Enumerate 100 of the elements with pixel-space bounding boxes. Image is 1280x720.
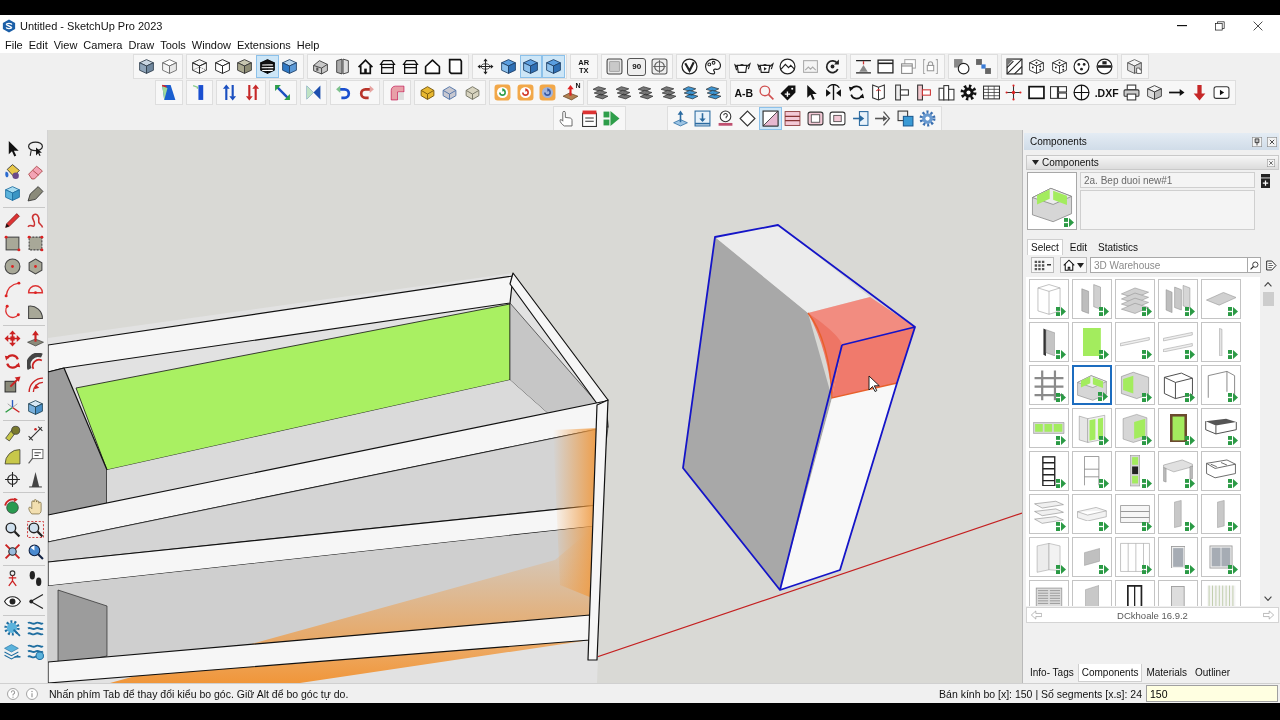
component-item[interactable] (1158, 365, 1198, 405)
menu-item[interactable]: Draw (125, 37, 158, 53)
toolbar-button[interactable] (1070, 81, 1093, 104)
eraser-icon (26, 162, 44, 180)
component-item[interactable] (1029, 451, 1069, 491)
menu-item[interactable]: Extensions (233, 37, 294, 53)
grid-thumbnail (1032, 368, 1066, 402)
close-box-icon[interactable] (1267, 136, 1277, 147)
panel-tab[interactable]: Edit (1065, 239, 1092, 255)
squares-arrow-icon (1142, 350, 1152, 359)
menu-item[interactable]: View (50, 37, 81, 53)
home-button[interactable] (1060, 257, 1087, 273)
squares-arrow-icon (1099, 436, 1109, 445)
target-icon (650, 58, 668, 75)
tray-tab[interactable]: Info- Tags (1026, 664, 1078, 682)
squares-overlap-icon (896, 110, 914, 127)
squares-arrow-icon (1185, 436, 1195, 445)
tray-tab[interactable]: Outliner (1191, 664, 1235, 682)
scrollbar-thumb[interactable] (1262, 292, 1274, 306)
panel-edge-thumbnail (1042, 327, 1056, 357)
overlap-circles-icon (952, 58, 970, 75)
squares-arrow-icon (1228, 479, 1238, 488)
squares-arrow-icon (1185, 479, 1195, 488)
picture-frame-icon (801, 58, 819, 75)
squares-arrow-icon (1142, 565, 1152, 574)
cube-hidden-line-icon (213, 58, 231, 75)
squares-arrow-icon (1056, 522, 1066, 531)
pin-icon[interactable] (1252, 136, 1262, 147)
door-pair-icon (334, 58, 352, 75)
menu-item[interactable]: Tools (157, 37, 189, 53)
chevron-up-icon[interactable] (1264, 282, 1272, 287)
box-open-icon (1145, 84, 1163, 101)
frame-rounded-icon (806, 110, 824, 127)
toolbar-button[interactable] (736, 107, 759, 130)
clipboard-icon (580, 110, 598, 127)
toolbar-button[interactable] (776, 55, 799, 78)
component-item[interactable] (1115, 451, 1155, 491)
squares-arrow-icon (1228, 393, 1238, 402)
arrow-page-icon[interactable] (1266, 259, 1277, 271)
tall-frame-thumbnail (1084, 456, 1100, 486)
tray-tab[interactable]: Materials (1142, 664, 1191, 682)
restore-icon (1215, 21, 1225, 31)
printer-icon (1123, 84, 1141, 101)
toolbar-button[interactable]: 90 (627, 57, 647, 76)
round-block-soft-icon (463, 84, 481, 101)
door-frame-thumbnail (1127, 584, 1143, 606)
hexagon-icon (26, 257, 44, 275)
menu-item[interactable]: Edit (25, 37, 51, 53)
menu-item[interactable]: File (2, 37, 26, 53)
component-item[interactable] (1029, 322, 1069, 362)
collection-name: DCkhoale 16.9.2 (1116, 609, 1189, 621)
tray-tab[interactable]: Components (1077, 664, 1143, 682)
toolbar-button[interactable] (894, 107, 917, 130)
toolbar-button[interactable] (1070, 55, 1093, 78)
description-field[interactable] (1080, 190, 1255, 230)
gear-badge-icon (919, 110, 937, 127)
caret-down-icon (1032, 160, 1039, 165)
toolbar-button[interactable] (678, 55, 701, 78)
search-field[interactable]: 3D Warehouse (1090, 257, 1248, 273)
mountain-circle-icon (779, 58, 797, 75)
doors-frame-thumbnail (1118, 540, 1152, 574)
windows-stack-icon (899, 58, 917, 75)
pipe-elbow-icon (388, 84, 406, 101)
component-item[interactable] (1158, 408, 1198, 448)
squares-arrow-icon (1099, 350, 1109, 359)
hourglass-icon (304, 84, 322, 101)
close-box-icon[interactable] (1267, 158, 1275, 167)
move-arrows-icon (3, 330, 21, 348)
section-header[interactable]: Components (1026, 155, 1279, 170)
triangle-icon (26, 470, 44, 488)
panel-tab[interactable]: Statistics (1094, 239, 1143, 255)
toolbar-button[interactable] (1093, 55, 1116, 78)
toolbar-button[interactable]: .DXF (1092, 81, 1121, 104)
component-item[interactable] (1201, 408, 1241, 448)
toolbar-button[interactable] (1003, 55, 1026, 78)
minimize-icon (1177, 25, 1187, 27)
menu-item[interactable]: Help (293, 37, 323, 53)
squares-arrow-icon (1056, 350, 1066, 359)
measurement-field[interactable]: 150 (1146, 685, 1278, 702)
toolbar-button[interactable] (542, 55, 565, 78)
menu-item[interactable]: Camera (80, 37, 126, 53)
toolbar-button[interactable] (256, 55, 279, 78)
align-block-marked-icon (915, 84, 933, 101)
search-button[interactable] (1248, 257, 1261, 273)
chevron-down-icon[interactable] (1264, 596, 1272, 601)
house-roof-icon (379, 58, 397, 75)
stack-plus-icon[interactable] (1261, 174, 1270, 188)
component-name-field[interactable]: 2a. Bep duoi new#1 (1080, 172, 1255, 188)
toolbar-button[interactable] (759, 107, 782, 130)
hand-icon (26, 497, 44, 515)
menu-item[interactable]: Window (188, 37, 234, 53)
panel-tab[interactable]: Select (1027, 239, 1063, 255)
view-options-button[interactable] (1031, 257, 1054, 273)
squares-arrow-icon (1228, 350, 1238, 359)
toolbar-button[interactable] (519, 55, 542, 78)
cube-hand-icon (1126, 58, 1144, 75)
square-diagonal-icon (761, 110, 779, 127)
close-icon (1253, 21, 1263, 31)
toolbar-button[interactable]: A-B (732, 81, 756, 104)
layers-arrow-icon (3, 642, 21, 660)
